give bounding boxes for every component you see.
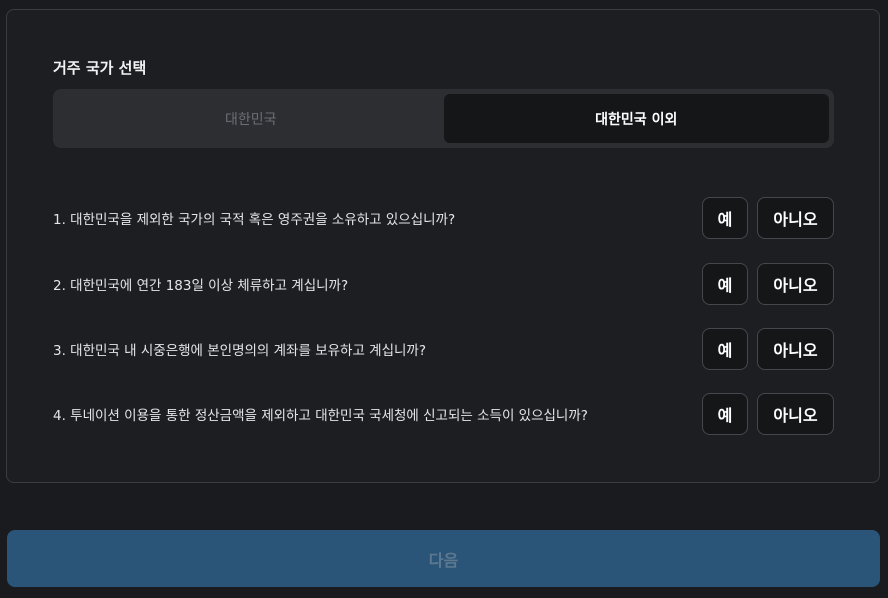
answer-group: 예 아니오: [702, 393, 834, 435]
yes-button[interactable]: 예: [702, 263, 748, 305]
answer-group: 예 아니오: [702, 328, 834, 370]
question-text: 1. 대한민국을 제외한 국가의 국적 혹은 영주권을 소유하고 있으십니까?: [53, 212, 456, 228]
question-text: 4. 투네이션 이용을 통한 정산금액을 제외하고 대한민국 국세청에 신고되는…: [53, 408, 588, 424]
question-row-3: 3. 대한민국 내 시중은행에 본인명의의 계좌를 보유하고 계십니까? 예 아…: [53, 327, 834, 371]
segment-outside-korea[interactable]: 대한민국 이외: [443, 94, 829, 143]
question-row-1: 1. 대한민국을 제외한 국가의 국적 혹은 영주권을 소유하고 있으십니까? …: [53, 196, 834, 240]
section-title: 거주 국가 선택: [53, 59, 147, 77]
next-button[interactable]: 다음: [7, 530, 880, 587]
country-segmented-control: 대한민국 대한민국 이외: [53, 89, 834, 148]
answer-group: 예 아니오: [702, 197, 834, 239]
yes-button[interactable]: 예: [702, 393, 748, 435]
question-text: 3. 대한민국 내 시중은행에 본인명의의 계좌를 보유하고 계십니까?: [53, 343, 427, 359]
yes-button[interactable]: 예: [702, 328, 748, 370]
yes-button[interactable]: 예: [702, 197, 748, 239]
no-button[interactable]: 아니오: [757, 393, 834, 435]
no-button[interactable]: 아니오: [757, 263, 834, 305]
answer-group: 예 아니오: [702, 263, 834, 305]
no-button[interactable]: 아니오: [757, 328, 834, 370]
question-row-2: 2. 대한민국에 연간 183일 이상 체류하고 계십니까? 예 아니오: [53, 262, 834, 306]
question-text: 2. 대한민국에 연간 183일 이상 체류하고 계십니까?: [53, 278, 349, 294]
question-row-4: 4. 투네이션 이용을 통한 정산금액을 제외하고 대한민국 국세청에 신고되는…: [53, 392, 834, 436]
segment-korea[interactable]: 대한민국: [58, 94, 444, 143]
residence-panel: 거주 국가 선택 대한민국 대한민국 이외 1. 대한민국을 제외한 국가의 국…: [6, 9, 880, 483]
no-button[interactable]: 아니오: [757, 197, 834, 239]
